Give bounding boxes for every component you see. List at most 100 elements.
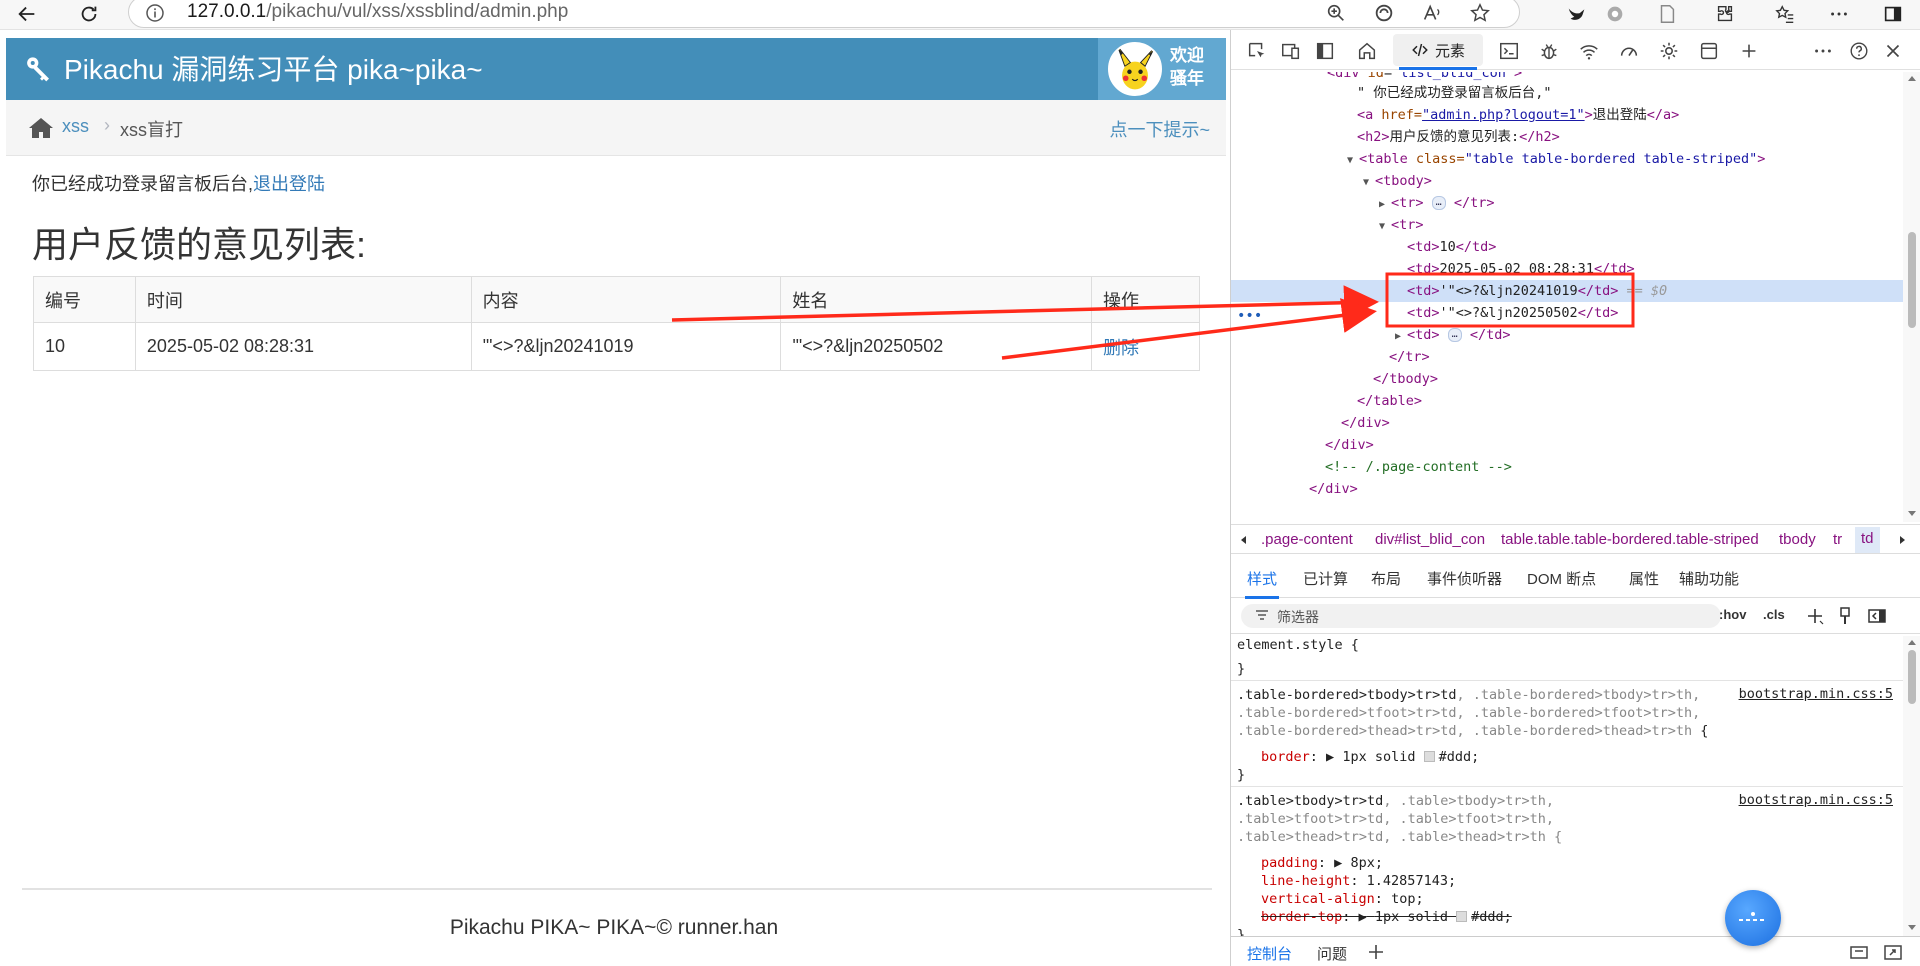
delete-link[interactable]: 删除 (1103, 338, 1139, 358)
dom-node[interactable]: </tbody> (1231, 368, 1903, 390)
breadcrumb-xss-link[interactable]: xss (62, 116, 89, 137)
crumb-left-arrow-icon[interactable] (1239, 535, 1247, 545)
undock-drawer-icon[interactable] (1883, 943, 1903, 961)
device-emulation-button[interactable] (1279, 39, 1303, 63)
css-property[interactable]: padding: ▶ 8px; (1261, 854, 1383, 872)
css-property[interactable]: vertical-align: top; (1261, 890, 1424, 908)
info-icon[interactable] (145, 3, 165, 23)
dom-node-selected[interactable]: <td>'"<>?&ljn20241019</td> == $0 (1231, 280, 1903, 302)
dom-comment[interactable]: <!-- /.page-content --> (1231, 456, 1903, 478)
sidebar-toggle-button[interactable] (1876, 0, 1910, 28)
user-menu[interactable]: 欢迎 骚年 (1098, 38, 1226, 100)
rule-selector[interactable]: .table-bordered>tbody>tr>td, .table-bord… (1237, 686, 1700, 704)
hov-toggle[interactable]: :hov (1719, 607, 1746, 622)
color-swatch[interactable] (1423, 751, 1435, 762)
more-menu-button[interactable] (1822, 0, 1856, 28)
zoom-button[interactable] (1319, 0, 1353, 27)
tab-performance[interactable] (1617, 39, 1641, 63)
new-rule-icon[interactable] (1805, 606, 1825, 626)
scroll-thumb[interactable] (1908, 650, 1916, 704)
dom-node[interactable]: </div> (1231, 434, 1903, 456)
refresh-button[interactable] (72, 0, 106, 28)
element-style-selector[interactable]: element.style { (1237, 636, 1359, 654)
rule-selector[interactable]: .table>tbody>tr>td, .table>tbody>tr>th, (1237, 792, 1554, 810)
expand-arrow-icon[interactable]: ▼ (1347, 150, 1359, 172)
page-extension-button[interactable] (1650, 0, 1684, 28)
css-property[interactable]: line-height: 1.42857143; (1261, 872, 1456, 890)
crumb-list-blid-con[interactable]: div#list_blid_con (1375, 531, 1485, 548)
devtools-more-button[interactable] (1811, 39, 1835, 63)
dom-node[interactable]: <td>2025-05-02 08:28:31</td> (1231, 258, 1903, 280)
collapse-arrow-icon[interactable]: ▶ (1379, 194, 1391, 216)
tab-dom-breakpoints[interactable]: DOM 断点 (1527, 568, 1596, 589)
crumb-tr[interactable]: tr (1833, 531, 1842, 548)
dom-node[interactable]: ▶ <tr> … </tr> (1231, 192, 1903, 214)
back-button[interactable] (10, 0, 44, 28)
scroll-down-icon[interactable] (1907, 924, 1917, 932)
tab-console[interactable] (1497, 39, 1521, 63)
tab-application[interactable] (1697, 39, 1721, 63)
ellipsis-badge[interactable]: … (1431, 196, 1446, 210)
collapse-arrow-icon[interactable]: ▶ (1395, 326, 1407, 348)
dom-node[interactable]: <h2>用户反馈的意见列表:</h2> (1231, 126, 1903, 148)
address-bar[interactable]: 127.0.0.1/pikachu/vul/xss/xssblind/admin… (128, 0, 1520, 28)
rule-selector[interactable]: .table-bordered>tfoot>tr>td, .table-bord… (1237, 704, 1700, 722)
crumb-page-content[interactable]: .page-content (1261, 531, 1353, 548)
color-swatch[interactable] (1456, 911, 1468, 922)
favorite-button[interactable] (1463, 0, 1497, 27)
dom-node[interactable]: <td>10</td> (1231, 236, 1903, 258)
scroll-thumb[interactable] (1908, 232, 1916, 328)
favorites-list-button[interactable] (1768, 0, 1802, 28)
dom-node[interactable]: </div> (1231, 478, 1903, 500)
rule-selector[interactable]: .table-bordered>thead>tr>td, .table-bord… (1237, 722, 1708, 740)
bird-extension-button[interactable] (1560, 0, 1594, 28)
record-extension-button[interactable] (1598, 0, 1632, 28)
read-aloud-button[interactable] (1415, 0, 1449, 27)
crumb-tbody[interactable]: tbody (1779, 531, 1816, 548)
hint-link[interactable]: 点一下提示~ (1109, 116, 1210, 142)
brand-logo[interactable]: Pikachu 漏洞练习平台 pika~pika~ (24, 48, 483, 88)
drawer-tab-console[interactable]: 控制台 (1247, 943, 1292, 964)
dock-button[interactable] (1313, 39, 1337, 63)
dom-node[interactable]: ▼ <tr> (1231, 214, 1903, 236)
drawer-tab-issues[interactable]: 问题 (1317, 943, 1347, 964)
dom-node[interactable]: </table> (1231, 390, 1903, 412)
tab-elements[interactable]: 元素 (1393, 34, 1483, 70)
crumb-table[interactable]: table.table.table-bordered.table-striped (1501, 531, 1759, 548)
extension-button[interactable] (1367, 0, 1401, 27)
tab-accessibility[interactable]: 辅助功能 (1679, 568, 1739, 589)
css-property[interactable]: border: ▶ 1px solid #ddd; (1261, 748, 1479, 766)
expand-triangle-icon[interactable]: ▶ (1359, 909, 1367, 925)
tab-layout[interactable]: 布局 (1371, 568, 1401, 589)
dom-node[interactable]: ▶ <td> … </td> (1231, 324, 1903, 346)
dom-node[interactable]: <td>'"<>?&ljn20250502</td> (1231, 302, 1903, 324)
styles-scrollbar[interactable] (1903, 636, 1920, 936)
dom-text-node[interactable]: " 你已经成功登录留言板后台," (1231, 82, 1903, 104)
ellipsis-badge[interactable]: … (1447, 328, 1462, 342)
dom-node[interactable]: <a href="admin.php?logout=1">退出登陆</a> (1231, 104, 1903, 126)
tab-styles[interactable]: 样式 (1244, 568, 1280, 599)
tab-properties[interactable]: 属性 (1629, 568, 1659, 589)
tab-memory[interactable] (1657, 39, 1681, 63)
node-actions-ellipsis[interactable]: ••• (1237, 308, 1262, 324)
crumb-right-arrow-icon[interactable] (1899, 535, 1907, 545)
floating-assistant-button[interactable] (1725, 890, 1781, 946)
paint-brush-icon[interactable] (1835, 606, 1855, 626)
dock-drawer-icon[interactable] (1849, 943, 1869, 961)
toggle-sidebar-icon[interactable] (1867, 606, 1887, 626)
help-button[interactable] (1847, 39, 1871, 63)
tab-network[interactable] (1577, 39, 1601, 63)
expand-arrow-icon[interactable]: ▼ (1379, 216, 1391, 238)
scroll-up-icon[interactable] (1907, 74, 1917, 82)
cls-toggle[interactable]: .cls (1763, 607, 1785, 622)
add-drawer-tab-icon[interactable] (1367, 943, 1385, 961)
dom-tree-scrollbar[interactable] (1903, 72, 1920, 522)
inspect-button[interactable] (1245, 39, 1269, 63)
tab-computed[interactable]: 已计算 (1303, 568, 1348, 589)
expand-triangle-icon[interactable]: ▶ (1334, 855, 1342, 871)
styles-filter-input[interactable]: 筛选器 (1241, 604, 1721, 628)
dom-node[interactable]: </div> (1231, 412, 1903, 434)
rule-selector[interactable]: .table>thead>tr>td, .table>thead>tr>th { (1237, 828, 1562, 846)
crumb-td[interactable]: td (1855, 527, 1880, 553)
stylesheet-link[interactable]: bootstrap.min.css:5 (1739, 686, 1893, 702)
